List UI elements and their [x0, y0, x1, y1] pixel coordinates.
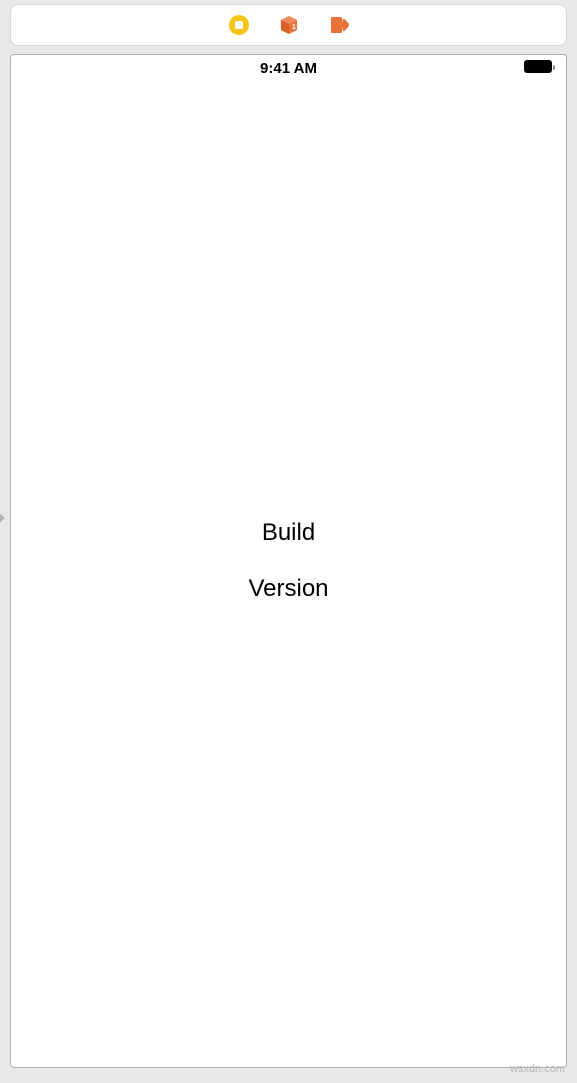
version-label: Version	[248, 575, 328, 603]
content-area: Build Version	[11, 55, 566, 1067]
box-button[interactable]: 1	[278, 14, 300, 36]
exit-icon	[329, 15, 349, 35]
stop-icon	[228, 14, 250, 36]
watermark: wsxdn.com	[510, 1063, 565, 1075]
simulator-screen: 9:41 AM Build Version	[10, 54, 567, 1068]
build-label: Build	[262, 519, 315, 547]
canvas-left-arrow	[0, 512, 5, 524]
canvas-toolbar: 1	[10, 4, 567, 46]
cube-icon: 1	[279, 15, 299, 35]
stop-button[interactable]	[228, 14, 250, 36]
svg-text:1: 1	[292, 24, 296, 31]
exit-button[interactable]	[328, 14, 350, 36]
